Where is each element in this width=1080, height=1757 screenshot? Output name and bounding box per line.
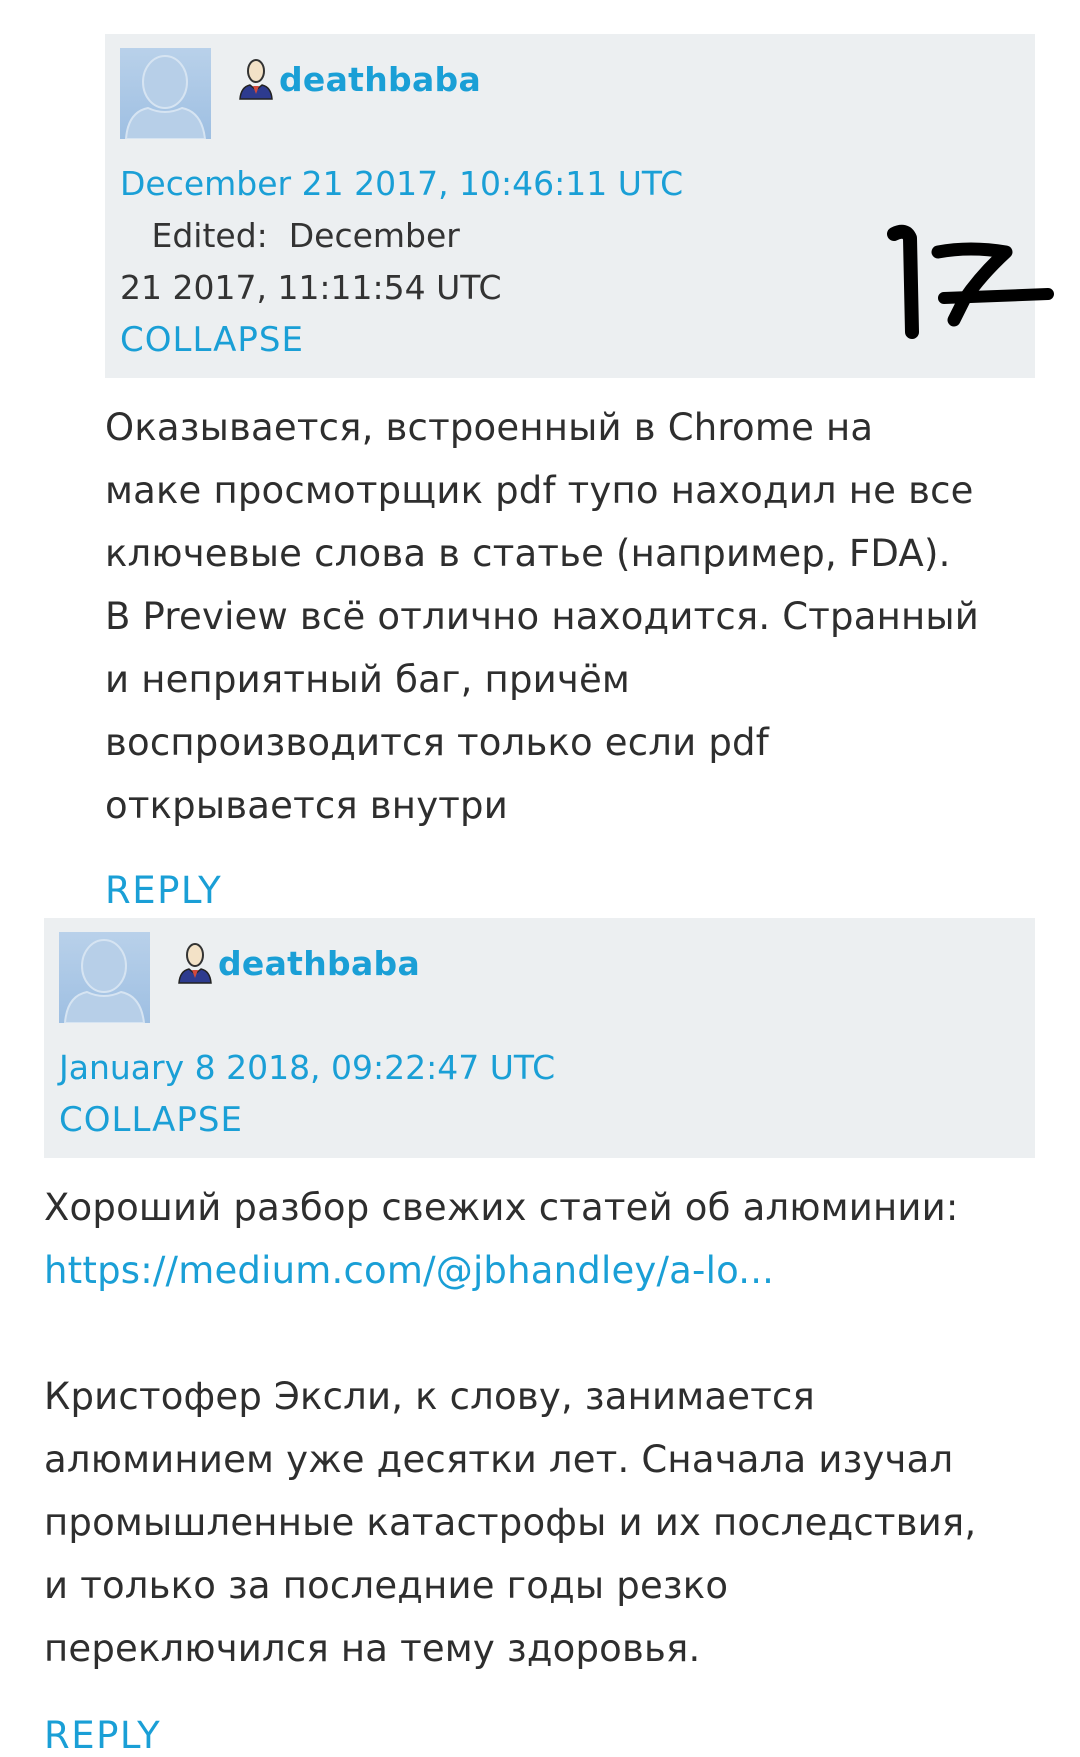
user-profile-icon: [176, 942, 214, 984]
username[interactable]: deathbaba: [279, 60, 481, 99]
body-line: Кристофер Эксли, к слову, занимается: [44, 1375, 815, 1418]
comment-meta: January 8 2018, 09:22:47 UTC: [59, 1042, 1019, 1094]
body-line: алюминием уже десятки лет. Сначала изуча…: [44, 1438, 954, 1481]
reply-button[interactable]: REPLY: [105, 869, 1035, 912]
body-line: переключился на тему здоровья.: [44, 1627, 701, 1670]
handwritten-annotation: [887, 224, 1054, 339]
comment-header: deathbaba January 8 2018, 09:22:47 UTC C…: [44, 918, 1035, 1158]
body-line: воспроизводится только если pdf: [105, 721, 769, 764]
edited-label: Edited:: [151, 216, 268, 255]
body-line: открывается внутри: [105, 784, 508, 827]
edited-date-part2: 21 2017, 11:11:54 UTC: [120, 268, 502, 307]
body-line: промышленные катастрофы и их последствия…: [44, 1501, 977, 1544]
comment: deathbaba January 8 2018, 09:22:47 UTC C…: [44, 918, 1035, 1757]
body-line: ключевые слова в статье (например, FDA).: [105, 532, 951, 575]
comment-body: Хороший разбор свежих статей об алюминии…: [44, 1176, 1035, 1680]
user-profile-icon: [237, 58, 275, 100]
comment: deathbaba December 21 2017, 10:46:11 UTC…: [105, 34, 1035, 912]
user-link[interactable]: deathbaba: [237, 58, 481, 100]
user-link[interactable]: deathbaba: [176, 942, 420, 984]
edited-date-part1: December: [288, 216, 460, 255]
body-line: маке просмотрщик pdf тупо находил не все: [105, 469, 974, 512]
default-avatar-icon[interactable]: [120, 48, 211, 139]
body-line: и только за последние годы резко: [44, 1564, 729, 1607]
article-link[interactable]: https://medium.com/@jbhandley/a-lo...: [44, 1249, 774, 1292]
collapse-button[interactable]: COLLAPSE: [59, 1094, 1019, 1146]
body-line: Оказывается, встроенный в Chrome на: [105, 406, 874, 449]
body-line: В Preview всё отлично находится. Странны…: [105, 595, 980, 638]
body-line: и неприятный баг, причём: [105, 658, 631, 701]
comment-date[interactable]: December 21 2017, 10:46:11 UTC: [120, 164, 683, 203]
username[interactable]: deathbaba: [218, 944, 420, 983]
reply-button[interactable]: REPLY: [44, 1714, 1035, 1757]
comment-date[interactable]: January 8 2018, 09:22:47 UTC: [59, 1048, 555, 1087]
comment-body: Оказывается, встроенный в Chrome на маке…: [105, 396, 1035, 837]
default-avatar-icon[interactable]: [59, 932, 150, 1023]
body-line: Хороший разбор свежих статей об алюминии…: [44, 1186, 959, 1229]
